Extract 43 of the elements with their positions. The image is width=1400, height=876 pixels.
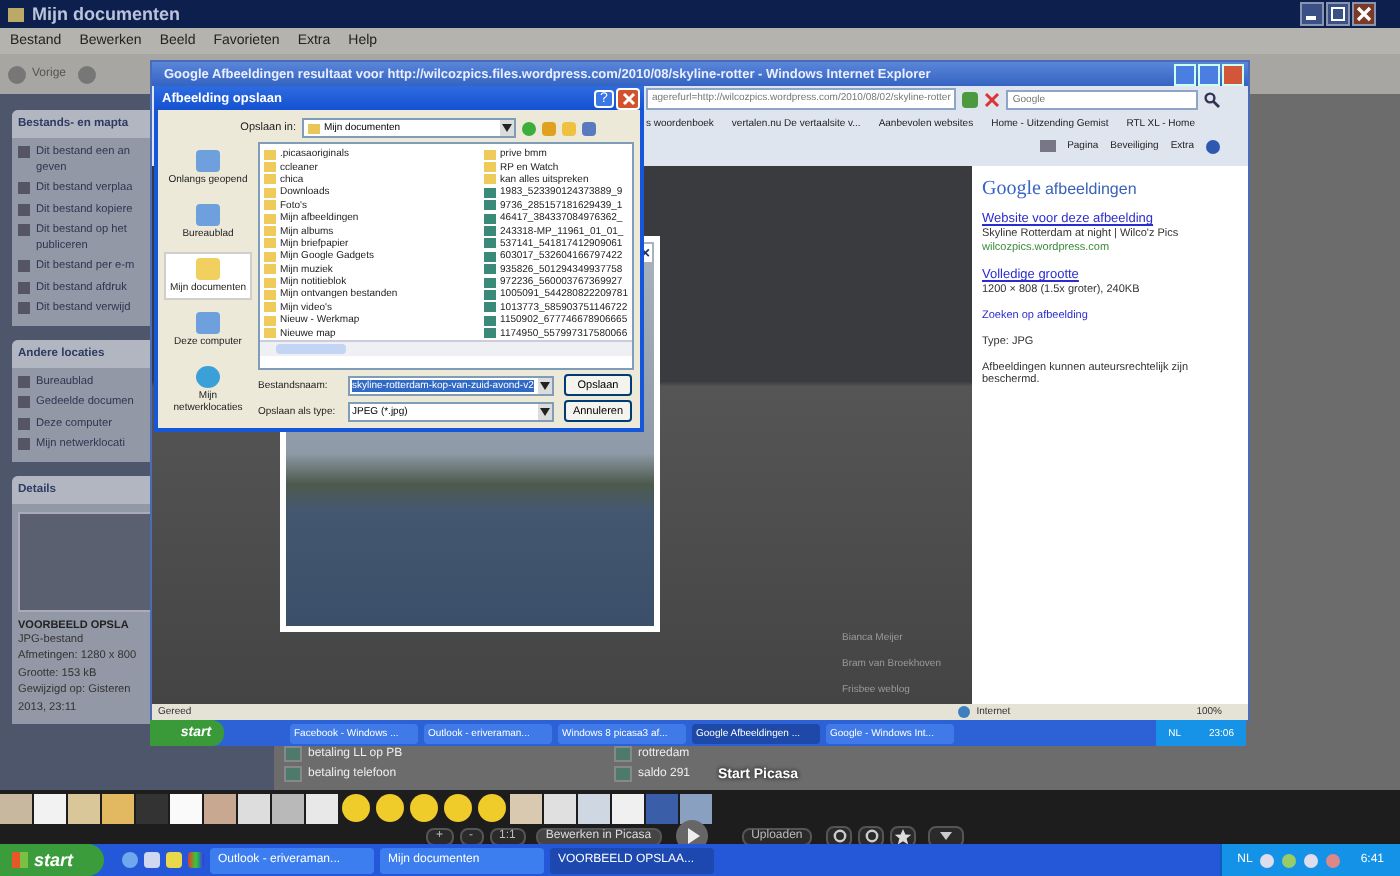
- close-button[interactable]: [1352, 2, 1376, 26]
- thumbnail-placeholder[interactable]: [238, 794, 270, 824]
- caret-icon: [502, 124, 512, 132]
- thumbnail-placeholder[interactable]: [544, 794, 576, 824]
- thumbnail-placeholder[interactable]: [204, 794, 236, 824]
- thumbnail-placeholder[interactable]: [34, 794, 66, 824]
- thumbnail-placeholder[interactable]: [170, 794, 202, 824]
- rotate-right-icon[interactable]: [858, 825, 885, 847]
- search-icon[interactable]: [1204, 91, 1221, 107]
- close-icon: [1356, 6, 1372, 22]
- thumbnail-placeholder[interactable]: [646, 794, 678, 824]
- file-icon: [18, 146, 30, 158]
- stop-icon[interactable]: [984, 91, 1001, 107]
- logo-text: Google: [982, 178, 1041, 200]
- thumbnail-placeholder[interactable]: [680, 794, 712, 824]
- smiley-icon[interactable]: [376, 794, 404, 822]
- thumbnail-placeholder[interactable]: [510, 794, 542, 824]
- smiley-icon[interactable]: [342, 794, 370, 822]
- scrollbar[interactable]: [260, 339, 632, 356]
- logo-subtitle: afbeeldingen: [1044, 180, 1137, 198]
- thumbnail-placeholder[interactable]: [136, 794, 168, 824]
- rotate-left-icon[interactable]: [826, 825, 853, 847]
- maximize-icon: [1330, 6, 1346, 22]
- globe-icon: [958, 706, 971, 718]
- dropdown-icon[interactable]: [928, 825, 965, 847]
- thumbnail-placeholder[interactable]: [0, 794, 32, 824]
- smiley-icon[interactable]: [478, 794, 506, 822]
- thumbnail-placeholder[interactable]: [612, 794, 644, 824]
- thumbnail-placeholder[interactable]: [306, 794, 338, 824]
- start-button[interactable]: start: [0, 844, 104, 876]
- maximize-button[interactable]: [1326, 2, 1350, 26]
- window-title: Mijn documenten: [32, 4, 180, 24]
- smiley-icon[interactable]: [444, 794, 472, 822]
- thumbnail-placeholder[interactable]: [272, 794, 304, 824]
- smiley-icon[interactable]: [410, 794, 438, 822]
- caret-icon: [540, 407, 550, 415]
- star-icon[interactable]: [890, 825, 917, 847]
- minimize-button[interactable]: [1300, 2, 1324, 26]
- thumbnail-placeholder[interactable]: [68, 794, 100, 824]
- close-icon: [621, 91, 635, 105]
- caret-icon: [540, 381, 550, 389]
- thumbnail-placeholder[interactable]: [578, 794, 610, 824]
- thumbnail-placeholder[interactable]: [102, 794, 134, 824]
